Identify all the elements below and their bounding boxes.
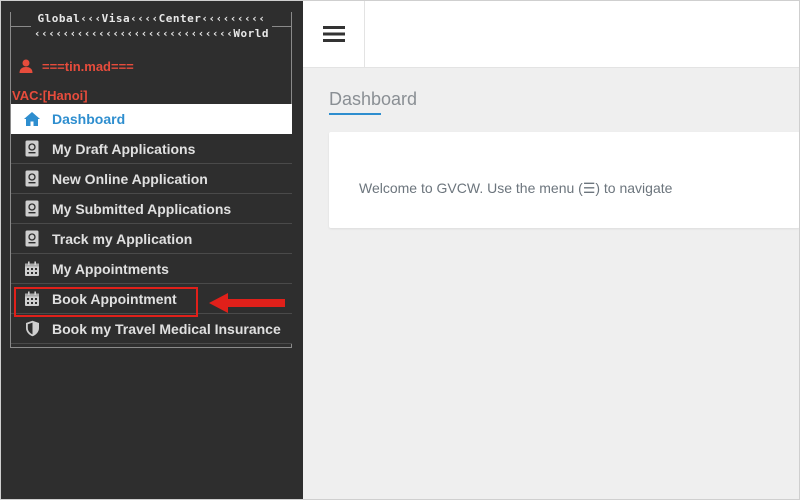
hamburger-icon <box>322 26 345 42</box>
sidebar-item-label: New Online Application <box>52 170 208 187</box>
sidebar-item-label: Book Appointment <box>52 290 177 307</box>
sidebar-item-label: My Appointments <box>52 260 169 277</box>
menu-toggle-button[interactable] <box>303 0 365 68</box>
home-icon <box>22 110 42 128</box>
welcome-card: Welcome to GVCW. Use the menu (☰) to nav… <box>329 132 800 228</box>
calendar-icon <box>22 290 42 308</box>
logo-line-2: ‹‹‹‹‹‹‹‹‹‹‹‹‹‹‹‹‹‹‹‹‹‹‹‹‹‹‹‹World <box>33 27 270 40</box>
sidebar-item-travel-insurance[interactable]: Book my Travel Medical Insurance <box>11 314 292 344</box>
sidebar-item-my-appointments[interactable]: My Appointments <box>11 254 292 284</box>
user-info[interactable]: ===tin.mad=== <box>18 58 134 74</box>
sidebar-item-new-application[interactable]: New Online Application <box>11 164 292 194</box>
user-name: ===tin.mad=== <box>42 58 134 74</box>
passport-icon <box>22 170 42 188</box>
page-title-underline <box>329 113 381 115</box>
sidebar-item-label: Track my Application <box>52 230 193 247</box>
welcome-message: Welcome to GVCW. Use the menu (☰) to nav… <box>359 180 673 196</box>
sidebar-item-label: My Submitted Applications <box>52 200 232 217</box>
page-title: Dashboard <box>329 89 418 109</box>
arrow-pointer-icon <box>209 293 285 313</box>
sidebar-item-track-application[interactable]: Track my Application <box>11 224 292 254</box>
shield-icon <box>22 320 42 338</box>
sidebar-item-submitted-applications[interactable]: My Submitted Applications <box>11 194 292 224</box>
user-icon <box>19 59 33 73</box>
sidebar-item-label: Book my Travel Medical Insurance <box>52 320 281 337</box>
sidebar-item-draft-applications[interactable]: My Draft Applications <box>11 134 292 164</box>
passport-icon <box>22 200 42 218</box>
top-bar <box>303 0 800 68</box>
sidebar-item-dashboard[interactable]: Dashboard <box>11 104 292 134</box>
vac-location: VAC:[Hanoi] <box>12 88 88 103</box>
sidebar: Global‹‹‹Visa‹‹‹‹Center‹‹‹‹‹‹‹‹‹ ‹‹‹‹‹‹‹… <box>0 0 303 500</box>
passport-icon <box>22 140 42 158</box>
sidebar-item-label: Dashboard <box>52 110 126 127</box>
calendar-icon <box>22 260 42 278</box>
sidebar-item-label: My Draft Applications <box>52 140 196 157</box>
logo-line-1: Global‹‹‹Visa‹‹‹‹Center‹‹‹‹‹‹‹‹‹ <box>37 12 266 25</box>
passport-icon <box>22 230 42 248</box>
